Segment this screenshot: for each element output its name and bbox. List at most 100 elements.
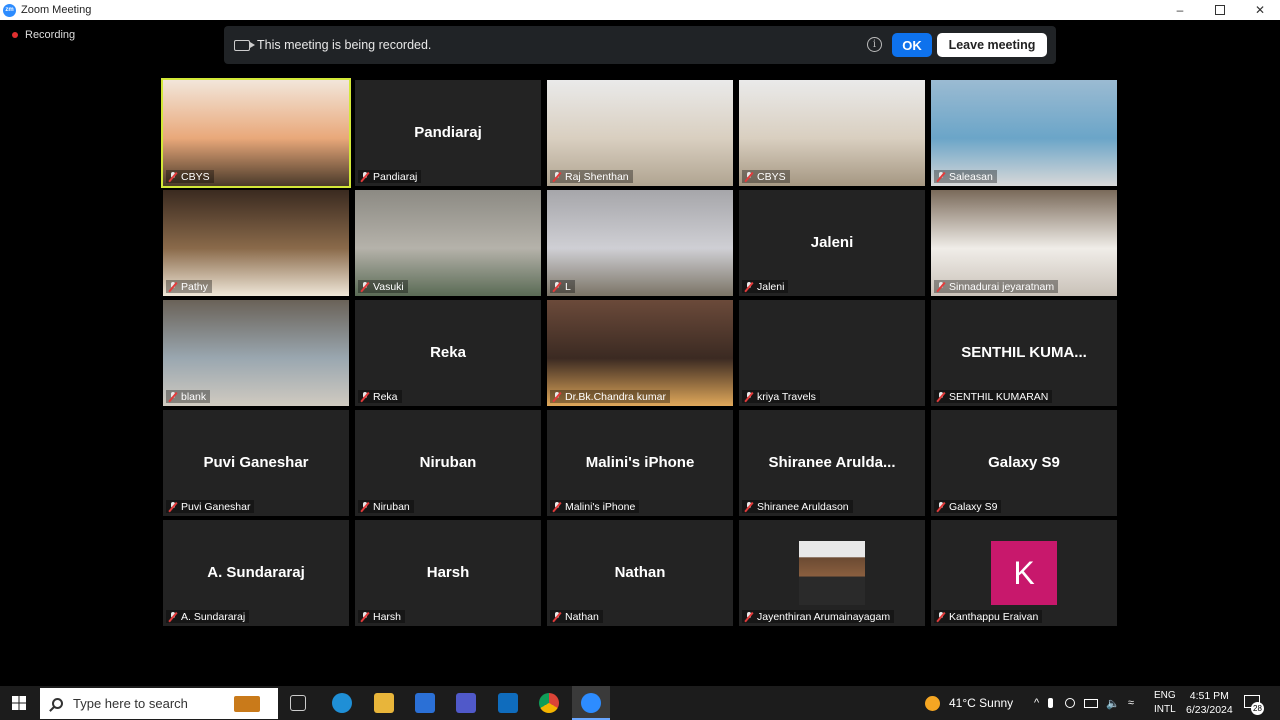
store-icon[interactable] xyxy=(415,693,435,713)
muted-microphone-icon xyxy=(552,281,561,292)
muted-microphone-icon xyxy=(936,501,945,512)
participant-tile[interactable]: Puvi Ganeshar Puvi Ganeshar xyxy=(163,410,349,516)
windows-start-icon[interactable] xyxy=(12,696,26,710)
weather-widget[interactable]: 41°C Sunny xyxy=(925,686,1013,720)
participant-name-label: L xyxy=(550,280,575,293)
zoom-taskbar-icon xyxy=(581,693,601,713)
participant-tile[interactable]: Vasuki xyxy=(355,190,541,296)
webcam-icon xyxy=(1065,698,1076,708)
outlook-icon[interactable] xyxy=(498,693,518,713)
edge-icon[interactable] xyxy=(332,693,352,713)
recording-indicator[interactable]: Recording xyxy=(12,29,75,41)
participant-tile[interactable]: Jayenthiran Arumainayagam xyxy=(739,520,925,626)
muted-microphone-icon xyxy=(936,391,945,402)
participant-display-name: Reka xyxy=(430,344,466,361)
participant-tile[interactable]: kriya Travels xyxy=(739,300,925,406)
participant-tile[interactable]: SENTHIL KUMA... SENTHIL KUMARAN xyxy=(931,300,1117,406)
participant-tile[interactable]: Reka Reka xyxy=(355,300,541,406)
restore-icon xyxy=(1215,5,1225,15)
participant-tile[interactable]: K Kanthappu Eraivan xyxy=(931,520,1117,626)
participant-name: blank xyxy=(181,390,207,403)
participant-display-name: Puvi Ganeshar xyxy=(203,454,309,471)
participant-name: Sinnadurai jeyaratnam xyxy=(949,280,1055,293)
participant-tile[interactable]: blank xyxy=(163,300,349,406)
participant-name-label: Harsh xyxy=(358,610,406,623)
participant-name: CBYS xyxy=(181,170,210,183)
zoom-taskbar-button[interactable] xyxy=(572,686,610,720)
window-title: Zoom Meeting xyxy=(21,4,92,16)
minimize-button[interactable]: – xyxy=(1160,0,1200,20)
muted-microphone-icon xyxy=(168,611,177,622)
participant-name-label: Sinnadurai jeyaratnam xyxy=(934,280,1059,293)
participant-tile[interactable]: A. Sundararaj A. Sundararaj xyxy=(163,520,349,626)
participant-tile[interactable]: CBYS xyxy=(161,78,351,188)
clock[interactable]: 4:51 PM 6/23/2024 xyxy=(1186,686,1233,720)
participant-tile[interactable]: Dr.Bk.Chandra kumar xyxy=(547,300,733,406)
participant-name: CBYS xyxy=(757,170,786,183)
participant-tile[interactable]: Sinnadurai jeyaratnam xyxy=(931,190,1117,296)
participant-display-name: Nathan xyxy=(614,564,666,581)
participant-name: Shiranee Aruldason xyxy=(757,500,849,513)
muted-microphone-icon xyxy=(168,171,177,182)
participant-tile[interactable]: Pathy xyxy=(163,190,349,296)
participant-tile[interactable]: Jaleni Jaleni xyxy=(739,190,925,296)
participant-tile[interactable]: Malini's iPhone Malini's iPhone xyxy=(547,410,733,516)
taskbar-search[interactable]: Type here to search xyxy=(40,688,278,719)
participant-name: Reka xyxy=(373,390,398,403)
participant-tile[interactable]: L xyxy=(547,190,733,296)
muted-microphone-icon xyxy=(360,611,369,622)
participant-name: L xyxy=(565,280,571,293)
chevron-up-icon[interactable]: ^ xyxy=(1034,697,1039,709)
muted-microphone-icon xyxy=(936,281,945,292)
participant-name: Jayenthiran Arumainayagam xyxy=(757,610,891,623)
muted-microphone-icon xyxy=(552,501,561,512)
system-tray[interactable]: ^ 🔈 ≈ xyxy=(1034,686,1134,720)
teams-icon[interactable] xyxy=(456,693,476,713)
participant-name-label: A. Sundararaj xyxy=(166,610,250,623)
restore-button[interactable] xyxy=(1200,0,1240,20)
search-placeholder: Type here to search xyxy=(73,696,188,711)
gallery-grid: CBYS Pandiaraj Pandiaraj Raj Shenthan CBYS Sa… xyxy=(161,78,1118,626)
muted-microphone-icon xyxy=(552,391,561,402)
participant-tile[interactable]: CBYS xyxy=(739,80,925,186)
zoom-app-icon: zm xyxy=(3,3,16,17)
participant-tile[interactable]: Harsh Harsh xyxy=(355,520,541,626)
participant-tile[interactable]: Nathan Nathan xyxy=(547,520,733,626)
language-indicator[interactable]: ENG INTL xyxy=(1154,686,1176,720)
participant-name-label: Vasuki xyxy=(358,280,408,293)
chrome-icon[interactable] xyxy=(539,693,559,713)
participant-name: Pandiaraj xyxy=(373,170,418,183)
participant-name: A. Sundararaj xyxy=(181,610,246,623)
volume-icon: 🔈 xyxy=(1106,697,1120,710)
recording-dot-icon xyxy=(12,32,18,38)
muted-microphone-icon xyxy=(744,611,753,622)
info-icon[interactable]: i xyxy=(867,37,882,52)
participant-name: Kanthappu Eraivan xyxy=(949,610,1039,623)
participant-tile[interactable]: Raj Shenthan xyxy=(547,80,733,186)
participant-display-name: Niruban xyxy=(419,454,477,471)
participant-tile[interactable]: Niruban Niruban xyxy=(355,410,541,516)
participant-name-label: Galaxy S9 xyxy=(934,500,1002,513)
participant-tile[interactable]: Shiranee Arulda... Shiranee Aruldason xyxy=(739,410,925,516)
participant-tile[interactable]: Saleasan xyxy=(931,80,1117,186)
muted-microphone-icon xyxy=(744,281,753,292)
participant-name-label: Reka xyxy=(358,390,402,403)
banner-message: This meeting is being recorded. xyxy=(257,38,432,52)
participant-name-label: CBYS xyxy=(742,170,790,183)
participant-tile[interactable]: Galaxy S9 Galaxy S9 xyxy=(931,410,1117,516)
participant-name: Raj Shenthan xyxy=(565,170,629,183)
notification-center-button[interactable]: 28 xyxy=(1244,695,1264,715)
participant-name-label: Jaleni xyxy=(742,280,789,293)
muted-microphone-icon xyxy=(360,171,369,182)
taskbar: Type here to search 41°C Sunny ^ 🔈 ≈ ENG… xyxy=(0,686,1280,720)
ok-button[interactable]: OK xyxy=(892,33,932,57)
battery-icon xyxy=(1084,698,1099,708)
close-button[interactable]: ✕ xyxy=(1240,0,1280,20)
muted-microphone-icon xyxy=(360,501,369,512)
task-view-icon[interactable] xyxy=(290,695,306,711)
leave-meeting-button[interactable]: Leave meeting xyxy=(937,33,1047,57)
participant-tile[interactable]: Pandiaraj Pandiaraj xyxy=(355,80,541,186)
file-explorer-icon[interactable] xyxy=(374,693,394,713)
participant-name-label: Malini's iPhone xyxy=(550,500,640,513)
participant-name-label: Kanthappu Eraivan xyxy=(934,610,1043,623)
